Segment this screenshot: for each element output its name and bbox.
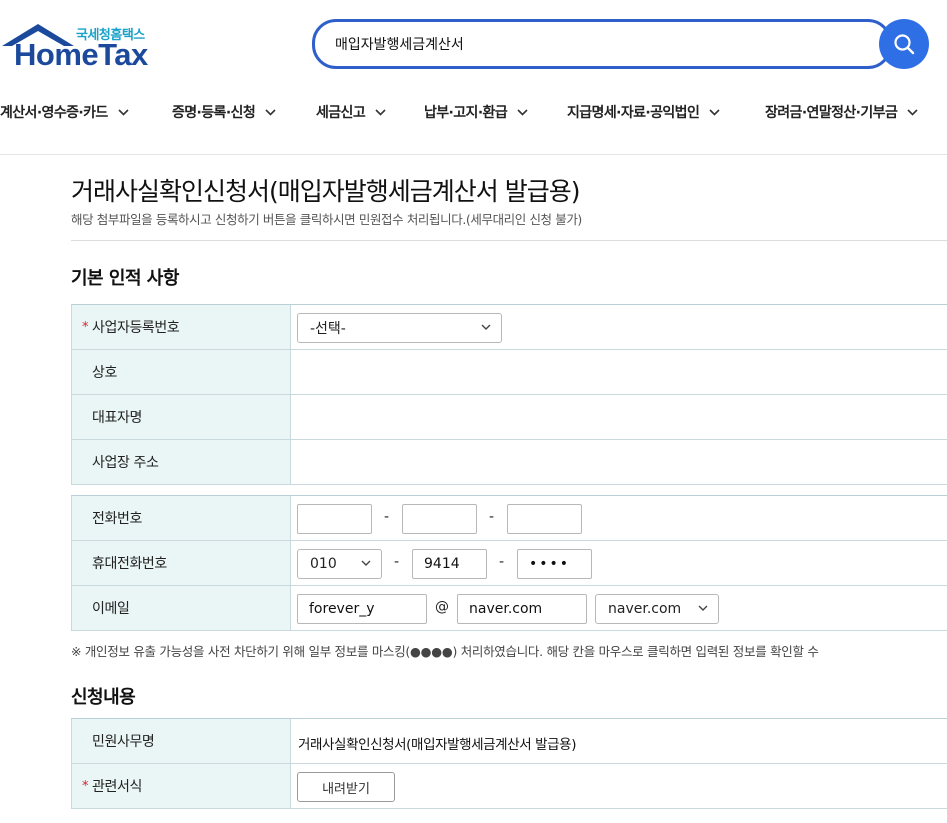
chevron-down-icon	[265, 108, 276, 116]
contact-table: 전화번호 - - 휴대전화번호 010 - - 이메일 @	[71, 495, 947, 631]
nav-item-tax-report[interactable]: 세금신고	[316, 96, 386, 128]
mobile-mid-field[interactable]	[412, 549, 487, 579]
search-icon	[894, 34, 915, 55]
nav-item-invoice[interactable]: 계산서·영수증·카드	[0, 96, 129, 128]
label-email: 이메일	[71, 586, 291, 630]
label-address: 사업장 주소	[71, 440, 291, 484]
row-address: 사업장 주소	[71, 440, 947, 485]
page-description: 해당 첨부파일을 등록하시고 신청하기 버튼을 클릭하시면 민원접수 처리됩니다…	[71, 212, 582, 227]
nav-item-payment[interactable]: 납부·고지·환급	[424, 96, 528, 128]
label-mobile: 휴대전화번호	[71, 541, 291, 585]
row-related-form: * 관련서식 내려받기	[71, 764, 947, 809]
dash: -	[384, 509, 390, 525]
mobile-last-field[interactable]	[517, 549, 592, 579]
value-company	[291, 350, 947, 394]
download-button[interactable]: 내려받기	[297, 772, 395, 802]
chevron-down-icon	[698, 605, 708, 611]
label-biz-no: * 사업자등록번호	[71, 305, 291, 349]
chevron-down-icon	[361, 560, 371, 566]
chevron-down-icon	[709, 108, 720, 116]
row-ceo: 대표자명	[71, 395, 947, 440]
masking-notice: ※ 개인정보 유출 가능성을 사전 차단하기 위해 일부 정보를 마스킹(●●●…	[71, 644, 819, 659]
row-email: 이메일 @ naver.com	[71, 586, 947, 631]
email-id-field[interactable]	[297, 594, 427, 624]
row-service-name: 민원사무명 거래사실확인신청서(매입자발행세금계산서 발급용)	[71, 719, 947, 764]
phone-field-1[interactable]	[297, 504, 372, 534]
phone-field-3[interactable]	[507, 504, 582, 534]
search-box	[312, 19, 892, 69]
row-company: 상호	[71, 350, 947, 395]
nav-item-incentive[interactable]: 장려금·연말정산·기부금	[765, 96, 918, 128]
row-mobile: 휴대전화번호 010 - -	[71, 541, 947, 586]
page-title: 거래사실확인신청서(매입자발행세금계산서 발급용)	[71, 177, 580, 206]
chevron-down-icon	[118, 108, 129, 116]
title-divider	[71, 240, 947, 241]
main-nav: 계산서·영수증·카드 증명·등록·신청 세금신고 납부·고지·환급 지급명세·자…	[0, 96, 947, 128]
search-button[interactable]	[879, 19, 929, 69]
value-service-name: 거래사실확인신청서(매입자발행세금계산서 발급용)	[298, 737, 577, 753]
nav-item-certificate[interactable]: 증명·등록·신청	[172, 96, 276, 128]
request-table: 민원사무명 거래사실확인신청서(매입자발행세금계산서 발급용) * 관련서식 내…	[71, 718, 947, 809]
label-related-form: * 관련서식	[71, 764, 291, 808]
search-input[interactable]	[335, 22, 835, 66]
chevron-down-icon	[517, 108, 528, 116]
value-ceo	[291, 395, 947, 439]
phone-field-2[interactable]	[402, 504, 477, 534]
label-company: 상호	[71, 350, 291, 394]
chevron-down-icon	[481, 324, 491, 330]
chevron-down-icon	[907, 108, 918, 116]
mobile-prefix-select[interactable]: 010	[297, 549, 382, 579]
label-phone: 전화번호	[71, 496, 291, 540]
required-mark: *	[82, 319, 89, 335]
value-address	[291, 440, 947, 484]
dash: -	[499, 554, 505, 570]
basic-info-table: * 사업자등록번호 -선택- 상호 대표자명 사업장 주소	[71, 304, 947, 485]
email-domain-select[interactable]: naver.com	[595, 594, 719, 624]
row-biz-no: * 사업자등록번호 -선택-	[71, 305, 947, 350]
nav-item-statements[interactable]: 지급명세·자료·공익법인	[567, 96, 720, 128]
required-mark: *	[82, 778, 89, 794]
biz-no-select[interactable]: -선택-	[297, 313, 502, 343]
section-title-request: 신청내용	[71, 687, 136, 708]
email-domain-field[interactable]	[457, 594, 587, 624]
label-ceo: 대표자명	[71, 395, 291, 439]
hometax-logo[interactable]: 국세청홈택스 HomeTax	[0, 20, 160, 70]
dash: -	[394, 554, 400, 570]
row-phone: 전화번호 - -	[71, 496, 947, 541]
section-title-basic-info: 기본 인적 사항	[71, 268, 179, 289]
nav-divider	[0, 154, 947, 155]
chevron-down-icon	[375, 108, 386, 116]
label-service-name: 민원사무명	[71, 719, 291, 763]
dash: -	[489, 509, 495, 525]
at-sign: @	[435, 599, 449, 615]
logo-wordmark: HomeTax	[14, 37, 148, 72]
